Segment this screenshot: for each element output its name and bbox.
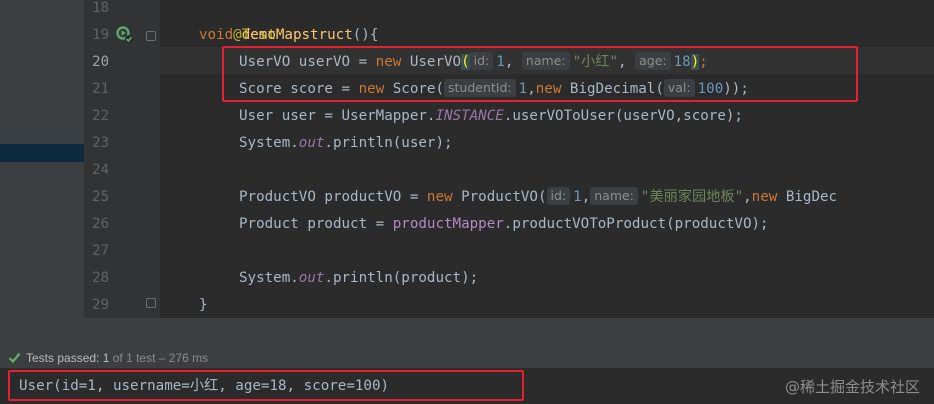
static-field-token: INSTANCE (435, 108, 504, 124)
run-test-icon[interactable] (116, 26, 134, 44)
code-line-28: System.out.println(product); (239, 265, 478, 292)
static-field-token: out (298, 270, 325, 286)
parameter-hint: name: (590, 187, 638, 205)
code-editor[interactable]: 18 19 20 21 22 23 24 25 26 27 28 29 @Tes… (0, 0, 934, 318)
fold-icon[interactable] (146, 298, 156, 308)
code-line-19: void demoMapstruct(){ (199, 22, 378, 49)
test-result-text: Tests passed: 1 of 1 test – 276 ms (26, 348, 208, 368)
code-token: BigDec (777, 189, 838, 205)
code-token: .println(user); (324, 135, 453, 151)
highlight-box-output (8, 370, 524, 401)
code-token: ProductVO productVO = (239, 189, 427, 205)
static-field-token: out (298, 135, 325, 151)
line-number: 22 (92, 108, 109, 124)
tests-detail: of 1 test – 276 ms (112, 351, 209, 365)
keyword-token: void (199, 27, 234, 43)
tests-passed-check-icon (8, 352, 21, 364)
code-token: Product product = (239, 216, 393, 232)
code-token: System. (239, 135, 299, 151)
number-token: 1 (573, 189, 582, 205)
field-token: productMapper (392, 216, 504, 232)
line-number: 23 (92, 135, 109, 151)
line-number: 20 (92, 54, 109, 70)
code-token: .userVOToUser(userVO,score); (503, 108, 743, 124)
code-line-23: System.out.println(user); (239, 130, 453, 157)
watermark: @稀土掘金技术社区 (784, 378, 920, 396)
project-panel-strip (0, 0, 85, 318)
run-console[interactable]: User(id=1, username=小红, age=18, score=10… (0, 368, 934, 404)
code-line-18: @Test (199, 0, 276, 43)
code-token: , (581, 189, 591, 205)
line-number: 18 (92, 0, 109, 16)
code-token: ProductVO( (452, 189, 547, 205)
method-name-token: demoMapstruct (241, 27, 353, 43)
code-token: (){ (352, 27, 379, 43)
code-token: .println(product); (324, 270, 479, 286)
highlight-box-code (222, 46, 858, 102)
line-number: 29 (92, 297, 109, 313)
keyword-token: new (751, 189, 778, 205)
tests-passed-count: 1 (102, 351, 110, 365)
tool-window-divider[interactable] (0, 318, 934, 348)
line-number: 25 (92, 189, 109, 205)
code-line-29: } (199, 292, 208, 318)
code-line-26: Product product = productMapper.productV… (239, 211, 769, 238)
code-token: .productVOToProduct(productVO); (503, 216, 769, 232)
test-status-bar: Tests passed: 1 of 1 test – 276 ms (0, 348, 934, 368)
code-token: User user = UserMapper. (239, 108, 436, 124)
line-number: 28 (92, 270, 109, 286)
project-tree-selection[interactable] (0, 144, 84, 162)
code-line-22: User user = UserMapper.INSTANCE.userVOTo… (239, 103, 743, 130)
tests-passed-label: Tests passed: (26, 351, 100, 365)
keyword-token: new (426, 189, 453, 205)
parameter-hint: id: (546, 187, 571, 205)
line-number: 26 (92, 216, 109, 232)
code-line-25: ProductVO productVO = new ProductVO(id: 1… (239, 184, 837, 211)
line-number: 21 (92, 81, 109, 97)
line-number: 19 (92, 27, 109, 43)
fold-icon[interactable] (146, 31, 156, 41)
line-number: 27 (92, 243, 109, 259)
code-token: , (743, 189, 752, 205)
code-token: System. (239, 270, 299, 286)
string-token: "美丽家园地板" (640, 189, 744, 205)
closing-brace-token: } (199, 297, 208, 313)
line-number: 24 (92, 162, 109, 178)
